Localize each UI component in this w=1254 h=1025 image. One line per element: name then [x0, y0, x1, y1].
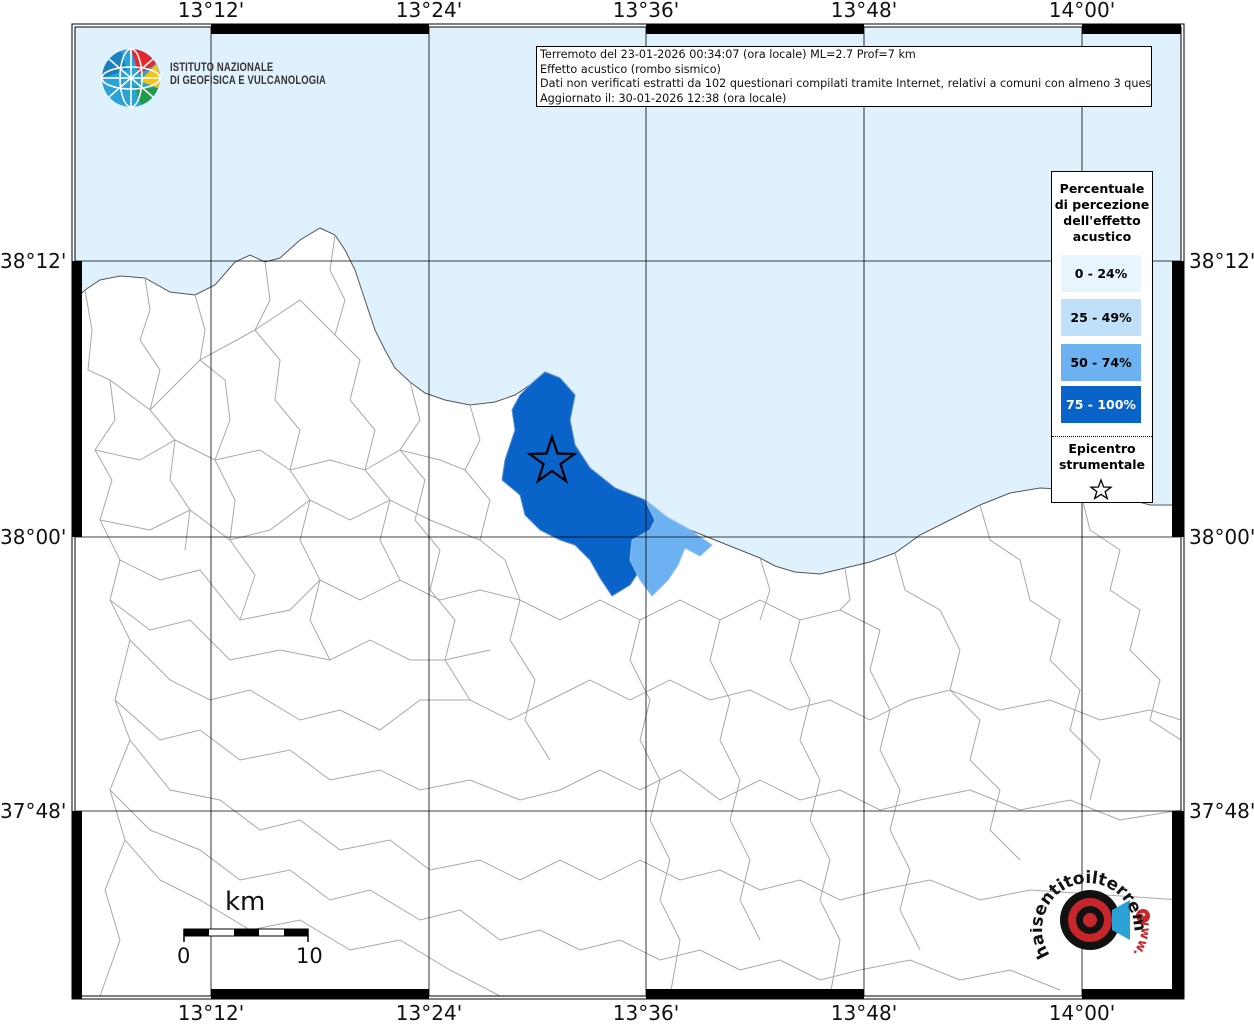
- scale-unit: km: [225, 887, 266, 917]
- legend-divider: [1052, 436, 1152, 437]
- site-logo: ? haisentitoilterremoto.it www.: [1030, 860, 1153, 962]
- legend-title-line: acustico: [1072, 229, 1132, 244]
- legend: Percentuale di percezione dell'effetto a…: [1051, 171, 1153, 503]
- legend-class-75-100: 75 - 100%: [1061, 386, 1141, 423]
- legend-class-25-49: 25 - 49%: [1061, 299, 1141, 336]
- legend-title: Percentuale di percezione dell'effetto a…: [1052, 181, 1152, 245]
- legend-epicenter-line: Epicentro: [1068, 441, 1136, 456]
- lon-label-top: 14°00': [1048, 0, 1116, 22]
- scale-max: 10: [296, 944, 323, 968]
- event-info-box: Terremoto del 23-01-2026 00:34:07 (ora l…: [536, 46, 1152, 107]
- event-title: Terremoto del 23-01-2026 00:34:07 (ora l…: [540, 48, 916, 61]
- legend-epicenter-line: strumentale: [1058, 457, 1146, 472]
- lon-label-bottom: 13°24': [395, 1001, 463, 1025]
- lat-label-left: 38°00': [0, 525, 67, 549]
- lon-label-bottom: 13°12': [177, 1001, 245, 1025]
- legend-title-line: Percentuale: [1059, 181, 1145, 196]
- legend-class-50-74: 50 - 74%: [1061, 344, 1141, 381]
- legend-title-line: di percezione: [1054, 197, 1150, 212]
- event-data-note: Dati non verificati estratti da 102 ques…: [540, 77, 1152, 91]
- lon-label-bottom: 13°36': [612, 1001, 680, 1025]
- lat-label-left: 37°48': [0, 799, 67, 823]
- legend-class-0-24: 0 - 24%: [1061, 255, 1141, 292]
- lon-label-bottom: 13°48': [830, 1001, 898, 1025]
- legend-title-line: dell'effetto: [1063, 213, 1141, 228]
- lon-label-top: 13°36': [612, 0, 680, 22]
- map-page: 13°12' 13°24' 13°36' 13°48' 14°00' 13°12…: [0, 0, 1254, 1025]
- star-icon: [1089, 478, 1113, 500]
- institute-line: ISTITUTO NAZIONALE: [170, 62, 274, 74]
- event-updated: Aggiornato il: 30-01-2026 12:38 (ora loc…: [540, 91, 787, 105]
- scale-min: 0: [177, 944, 191, 968]
- lat-label-right: 38°12': [1189, 249, 1254, 273]
- institute-line: DI GEOFISICA E VULCANOLOGIA: [170, 75, 327, 87]
- lat-label-right: 37°48': [1189, 799, 1254, 823]
- lon-label-top: 13°48': [830, 0, 898, 22]
- lon-label-top: 13°12': [177, 0, 245, 22]
- lon-label-top: 13°24': [395, 0, 463, 22]
- institute-name: ISTITUTO NAZIONALE DI GEOFISICA E VULCAN…: [170, 62, 326, 88]
- event-effect: Effetto acustico (rombo sismico): [540, 62, 721, 76]
- legend-epicenter-label: Epicentro strumentale: [1052, 441, 1152, 473]
- lat-label-right: 38°00': [1189, 525, 1254, 549]
- lat-label-left: 38°12': [0, 249, 67, 273]
- lon-label-bottom: 14°00': [1048, 1001, 1116, 1025]
